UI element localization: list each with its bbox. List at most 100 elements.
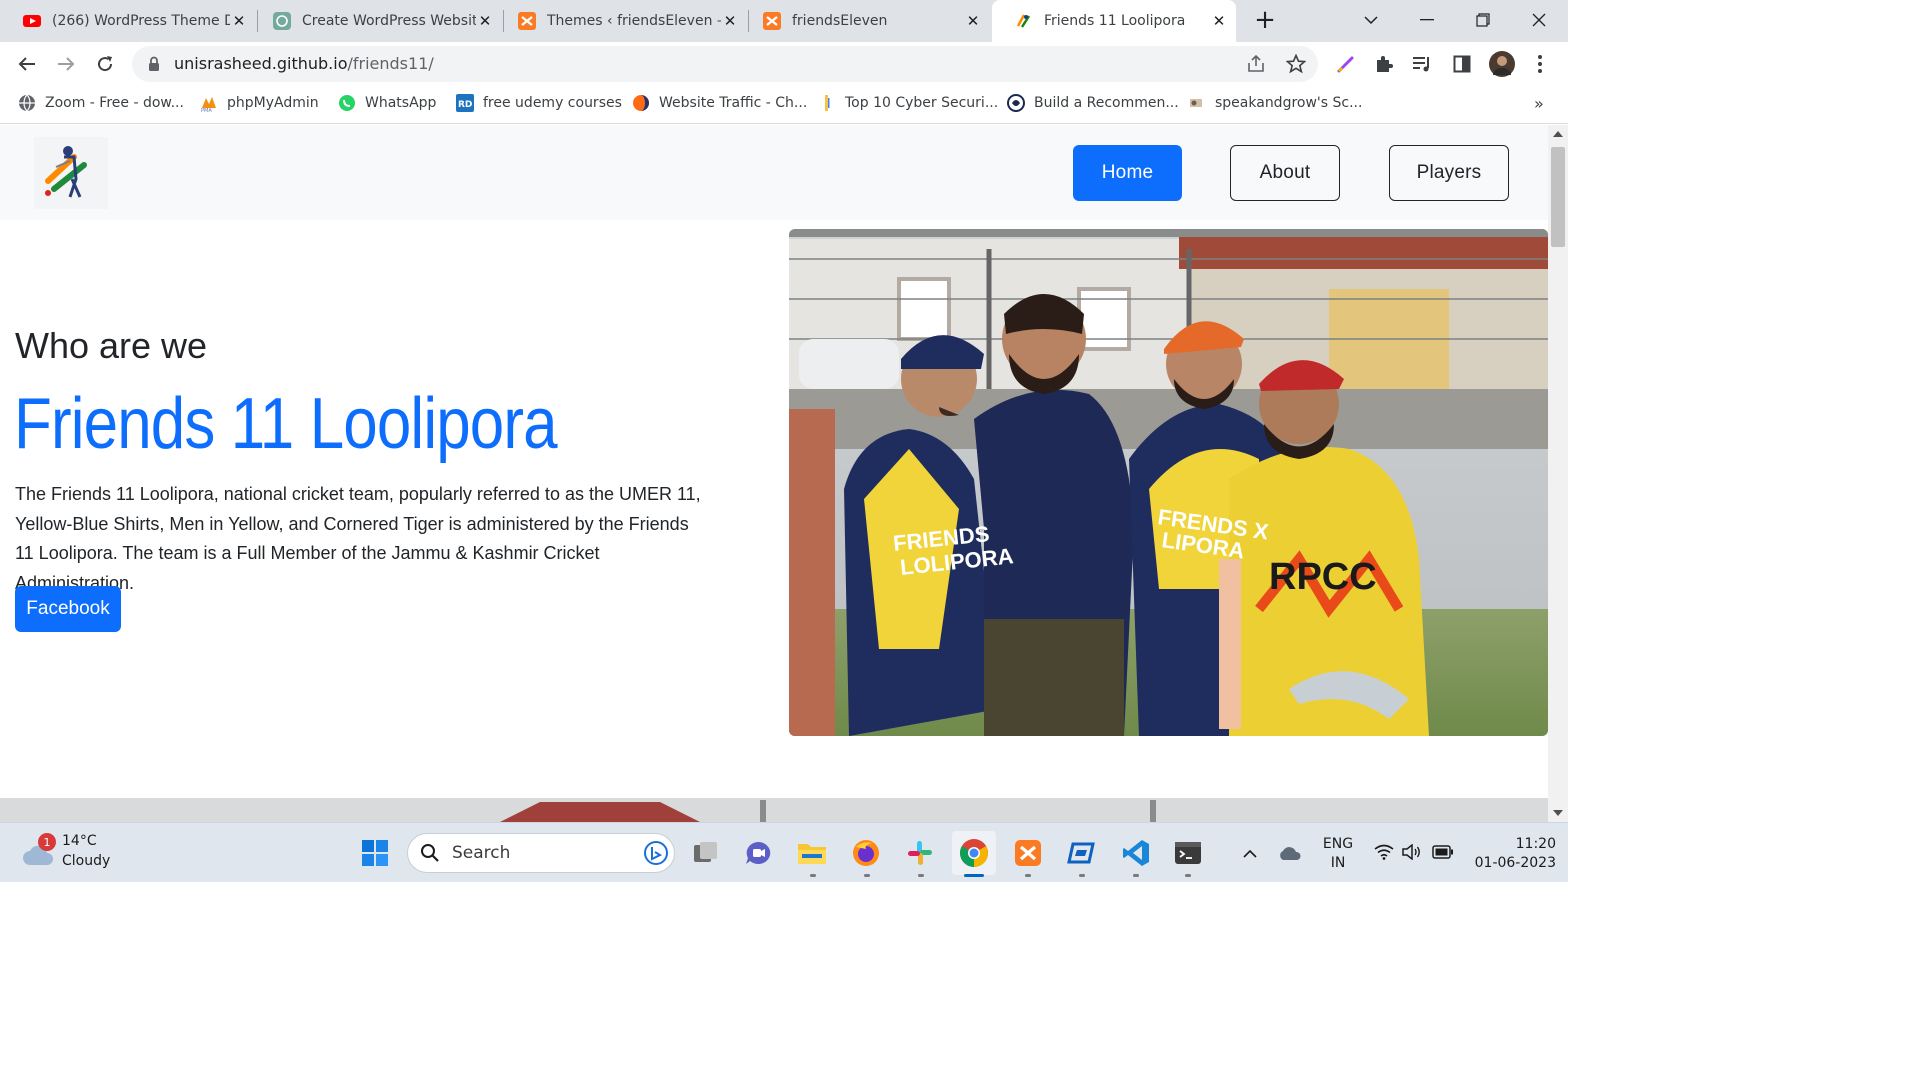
facebook-button[interactable]: Facebook	[15, 586, 121, 632]
tab-chatgpt[interactable]: Create WordPress Websit ✕	[250, 0, 502, 42]
taskbar-search[interactable]: Search	[407, 833, 675, 873]
bookmark-speakandgrow[interactable]: speakandgrow's Sc...	[1188, 86, 1362, 120]
extension-pen-button[interactable]	[1328, 46, 1364, 82]
chrome-button[interactable]	[952, 831, 996, 875]
battery-icon[interactable]	[1432, 845, 1454, 859]
wifi-icon[interactable]	[1374, 844, 1394, 860]
tab-friendseleven[interactable]: friendsEleven ✕	[740, 0, 990, 42]
site-logo[interactable]	[34, 137, 108, 209]
open-app-indicator	[918, 874, 924, 877]
site-navbar: Home About Players	[0, 125, 1548, 220]
tab-friends-11-loolipora[interactable]: Friends 11 Loolipora ✕	[992, 0, 1236, 42]
show-hidden-icons-button[interactable]	[1230, 831, 1270, 875]
media-controls-button[interactable]	[1404, 46, 1440, 82]
xampp-icon	[763, 12, 781, 30]
share-icon[interactable]	[1246, 55, 1266, 73]
close-icon[interactable]: ✕	[964, 12, 982, 30]
open-app-indicator	[1025, 874, 1031, 877]
clock-date: 01-06-2023	[1474, 855, 1556, 871]
puzzle-icon	[1377, 56, 1393, 72]
side-panel-button[interactable]	[1444, 46, 1480, 82]
new-tab-button[interactable]: +	[1238, 0, 1292, 40]
hero-description: The Friends 11 Loolipora, national crick…	[15, 484, 701, 593]
weather-desc: Cloudy	[62, 853, 111, 869]
bookmark-cyber-security[interactable]: Top 10 Cyber Securi...	[818, 86, 998, 120]
clock[interactable]: 11:20 01-06-2023	[1466, 835, 1556, 873]
jersey-text-right: RPCC	[1269, 556, 1377, 598]
xampp-button[interactable]	[1006, 831, 1050, 875]
bookmark-whatsapp[interactable]: WhatsApp	[338, 86, 436, 120]
phpmyadmin-icon: PMA	[201, 97, 216, 112]
scrollbar-thumb[interactable]	[1551, 147, 1565, 247]
back-button[interactable]	[9, 46, 45, 82]
chevron-up-icon	[1243, 849, 1257, 858]
chat-icon	[746, 841, 771, 864]
menu-button[interactable]	[1522, 46, 1558, 82]
url-host: unisrasheed.github.io	[174, 54, 348, 73]
tab-title: friendsEleven	[792, 13, 888, 29]
tab-themes[interactable]: Themes ‹ friendsEleven — ✕	[495, 0, 747, 42]
search-label: Search	[452, 843, 511, 863]
nav-about-button[interactable]: About	[1230, 145, 1340, 201]
minimize-button[interactable]	[1399, 0, 1455, 40]
hero-title: Friends 11 Loolipora	[14, 384, 558, 464]
bookmark-website-traffic[interactable]: Website Traffic - Ch...	[632, 86, 807, 120]
file-explorer-button[interactable]	[790, 831, 834, 875]
windows-icon	[362, 840, 388, 866]
nav-home-button[interactable]: Home	[1073, 145, 1182, 201]
bookmark-label: Zoom - Free - dow...	[45, 95, 184, 111]
firefox-icon	[853, 840, 879, 866]
onedrive-button[interactable]	[1270, 831, 1310, 875]
slack-button[interactable]	[898, 831, 942, 875]
playlist-icon	[1413, 57, 1429, 72]
web-page: Home About Players Who are we Friends 11…	[0, 125, 1548, 822]
firefox-button[interactable]	[844, 831, 888, 875]
forward-button[interactable]	[48, 46, 84, 82]
terminal-button[interactable]	[1166, 831, 1210, 875]
bookmarks-overflow-button[interactable]: »	[1534, 86, 1544, 120]
profile-button[interactable]	[1484, 46, 1520, 82]
teams-chat-button[interactable]	[736, 831, 780, 875]
chrome-icon	[960, 839, 988, 867]
volume-icon[interactable]	[1402, 844, 1422, 860]
close-icon[interactable]: ✕	[476, 12, 494, 30]
cricket-player-logo	[34, 137, 108, 209]
vscode-button[interactable]	[1114, 831, 1158, 875]
bookmark-zoom[interactable]: Zoom - Free - dow...	[18, 86, 184, 120]
tab-search-button[interactable]	[1343, 0, 1399, 40]
open-app-indicator	[1185, 874, 1191, 877]
close-icon[interactable]: ✕	[230, 12, 248, 30]
extensions-button[interactable]	[1366, 46, 1402, 82]
vscode-icon	[1123, 840, 1149, 866]
side-panel-icon	[1453, 55, 1471, 73]
star-icon[interactable]	[1286, 54, 1306, 74]
terminal-icon	[1175, 842, 1201, 864]
reload-button[interactable]	[87, 46, 123, 82]
bookmark-udemy[interactable]: RD free udemy courses	[456, 86, 622, 120]
address-bar[interactable]: unisrasheed.github.io/friends11/	[132, 46, 1318, 82]
onedrive-cloud-icon	[1280, 847, 1301, 860]
page-scrollbar[interactable]	[1548, 125, 1568, 822]
bookmark-phpmyadmin[interactable]: PMA phpMyAdmin	[200, 86, 319, 120]
restore-button[interactable]	[1455, 0, 1511, 40]
close-window-button[interactable]	[1511, 0, 1567, 40]
browser-toolbar: unisrasheed.github.io/friends11/	[0, 42, 1568, 86]
task-view-button[interactable]	[684, 831, 728, 875]
close-icon[interactable]: ✕	[721, 12, 739, 30]
start-button[interactable]	[353, 831, 397, 875]
bookmark-label: Build a Recommen...	[1034, 95, 1179, 111]
traffic-icon	[633, 95, 649, 111]
bookmarks-bar: Zoom - Free - dow... PMA phpMyAdmin What…	[0, 86, 1568, 124]
scroll-down-icon[interactable]	[1553, 810, 1563, 816]
speak-icon	[1190, 99, 1202, 107]
xampp-icon	[518, 12, 536, 30]
close-icon[interactable]: ✕	[1210, 12, 1228, 30]
language-indicator[interactable]: ENG IN	[1322, 835, 1354, 873]
nav-players-button[interactable]: Players	[1389, 145, 1509, 201]
scroll-up-icon[interactable]	[1553, 131, 1563, 137]
tab-youtube[interactable]: (266) WordPress Theme D ✕	[0, 0, 256, 42]
remote-app-button[interactable]	[1060, 831, 1104, 875]
weather-widget[interactable]: 1 14°C Cloudy	[22, 831, 110, 871]
bookmark-recommender[interactable]: Build a Recommen...	[1007, 86, 1179, 120]
tab-strip: (266) WordPress Theme D ✕ Create WordPre…	[0, 0, 1568, 42]
